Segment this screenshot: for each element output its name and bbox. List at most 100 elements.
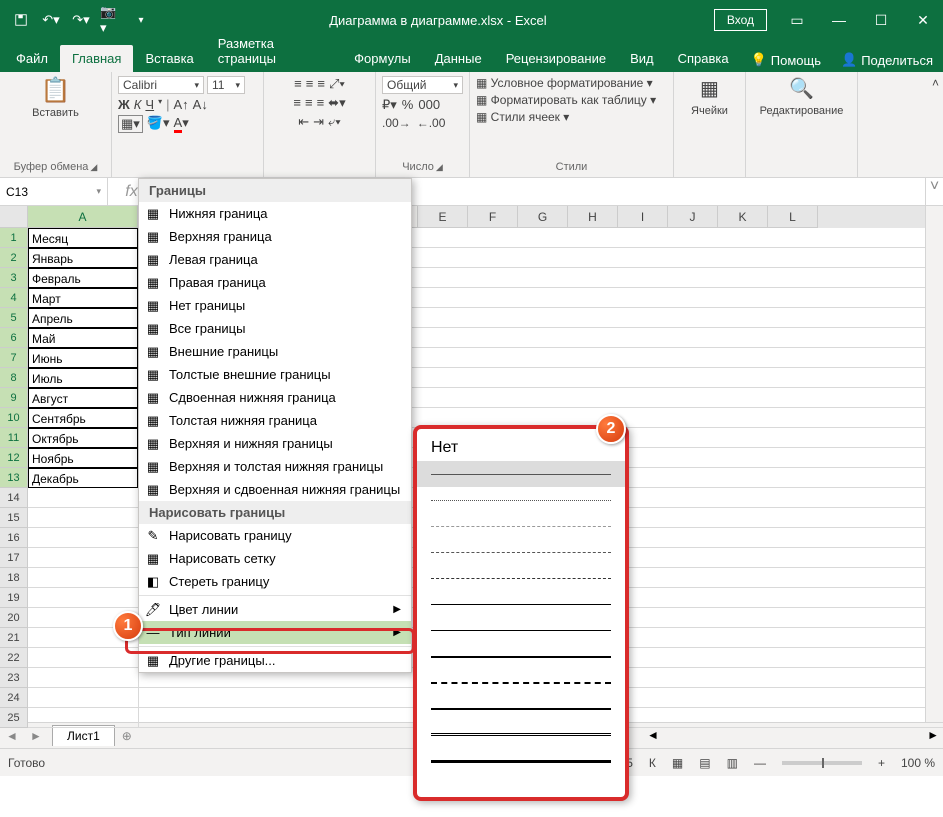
row-header[interactable]: 9	[0, 388, 28, 408]
row-header[interactable]: 5	[0, 308, 28, 328]
dec-decimal-icon[interactable]: ←.00	[417, 116, 446, 130]
cell[interactable]: Октябрь	[28, 428, 138, 448]
border-menu-item[interactable]: ▦Нарисовать сетку	[139, 547, 411, 570]
line-style-option[interactable]	[417, 461, 625, 487]
select-all-corner[interactable]	[0, 206, 28, 228]
cell[interactable]: Месяц	[28, 228, 138, 248]
share-button[interactable]: 👤 Поделиться	[831, 48, 943, 72]
new-sheet-icon[interactable]: ⊕	[115, 729, 139, 743]
cell-styles-button[interactable]: ▦ Стили ячеек ▾	[476, 110, 569, 124]
redo-icon[interactable]: ↷▾	[70, 9, 92, 31]
indent-dec-icon[interactable]: ⇤	[298, 114, 309, 130]
border-menu-item[interactable]: ▦Верхняя и сдвоенная нижняя границы	[139, 478, 411, 501]
paste-button[interactable]: Вставить	[32, 107, 79, 119]
cells-icon[interactable]: ▦	[700, 76, 719, 101]
border-menu-item[interactable]: ▦Другие границы...	[139, 649, 411, 672]
col-header[interactable]: G	[518, 206, 568, 228]
align-mid-icon[interactable]: ≡	[306, 76, 314, 92]
line-type-menu-item[interactable]: —Тип линии▶	[139, 621, 411, 644]
border-menu-item[interactable]: ▦Верхняя и толстая нижняя границы	[139, 455, 411, 478]
row-header[interactable]: 12	[0, 448, 28, 468]
undo-icon[interactable]: ↶▾	[40, 9, 62, 31]
name-box[interactable]: C13▾	[0, 178, 108, 205]
tab-view[interactable]: Вид	[618, 45, 666, 72]
expand-formula-icon[interactable]: ˅	[925, 178, 943, 205]
zoom-out-icon[interactable]: —	[754, 756, 766, 770]
cell[interactable]: Май	[28, 328, 138, 348]
cell[interactable]: Ноябрь	[28, 448, 138, 468]
line-style-option[interactable]	[417, 721, 625, 747]
horizontal-scrollbar[interactable]: ◄►	[643, 727, 943, 745]
line-style-option[interactable]	[417, 591, 625, 617]
border-menu-item[interactable]: ▦Внешние границы	[139, 340, 411, 363]
row-header[interactable]: 17	[0, 548, 28, 568]
paste-icon[interactable]: 📋	[41, 76, 71, 105]
tab-review[interactable]: Рецензирование	[494, 45, 618, 72]
sheet-nav-next-icon[interactable]: ►	[24, 729, 48, 743]
line-style-option[interactable]	[417, 669, 625, 695]
ribbon-options-icon[interactable]: ▭	[777, 0, 817, 40]
border-menu-item[interactable]: 🖊Цвет линии▶	[139, 598, 411, 621]
orient-icon[interactable]: ⤢▾	[329, 76, 345, 92]
tab-file[interactable]: Файл	[4, 45, 60, 72]
editing-button[interactable]: Редактирование	[760, 105, 844, 117]
row-header[interactable]: 3	[0, 268, 28, 288]
cell[interactable]: Январь	[28, 248, 138, 268]
minimize-icon[interactable]: —	[819, 0, 859, 40]
cond-format-button[interactable]: ▦ Условное форматирование ▾	[476, 76, 653, 90]
number-format[interactable]: Общий▾	[382, 76, 463, 94]
row-header[interactable]: 22	[0, 648, 28, 668]
line-style-option[interactable]	[417, 513, 625, 539]
tab-insert[interactable]: Вставка	[133, 45, 205, 72]
border-menu-item[interactable]: ▦Левая граница	[139, 248, 411, 271]
col-header[interactable]: K	[718, 206, 768, 228]
row-header[interactable]: 11	[0, 428, 28, 448]
fill-color-button[interactable]: 🪣▾	[147, 115, 170, 133]
indent-inc-icon[interactable]: ⇥	[313, 114, 324, 130]
vertical-scrollbar[interactable]	[925, 206, 943, 722]
comma-icon[interactable]: 000	[418, 97, 440, 113]
camera-icon[interactable]: 📷▾	[100, 9, 122, 31]
row-header[interactable]: 16	[0, 528, 28, 548]
row-header[interactable]: 20	[0, 608, 28, 628]
cell[interactable]: Декабрь	[28, 468, 138, 488]
view-normal-icon[interactable]: ▦	[672, 756, 683, 770]
currency-icon[interactable]: ₽▾	[382, 97, 397, 113]
border-menu-item[interactable]: ▦Нет границы	[139, 294, 411, 317]
tell-me[interactable]: 💡 Помощь	[741, 48, 831, 72]
tab-data[interactable]: Данные	[423, 45, 494, 72]
sheet-nav-prev-icon[interactable]: ◄	[0, 729, 24, 743]
border-menu-item[interactable]: ▦Все границы	[139, 317, 411, 340]
align-bot-icon[interactable]: ≡	[317, 76, 325, 92]
col-header[interactable]: I	[618, 206, 668, 228]
save-icon[interactable]	[10, 9, 32, 31]
row-header[interactable]: 23	[0, 668, 28, 688]
align-left-icon[interactable]: ≡	[293, 95, 301, 111]
fx-icon[interactable]: fx	[125, 183, 137, 201]
wrap-icon[interactable]: ⤶▾	[328, 114, 341, 130]
format-table-button[interactable]: ▦ Форматировать как таблицу ▾	[476, 93, 656, 107]
border-menu-item[interactable]: ▦Толстые внешние границы	[139, 363, 411, 386]
tab-formulas[interactable]: Формулы	[342, 45, 423, 72]
line-style-option[interactable]	[417, 617, 625, 643]
inc-decimal-icon[interactable]: .00→	[382, 116, 411, 130]
row-header[interactable]: 1	[0, 228, 28, 248]
border-menu-item[interactable]: ▦Нижняя граница	[139, 202, 411, 225]
row-header[interactable]: 24	[0, 688, 28, 708]
row-header[interactable]: 14	[0, 488, 28, 508]
tab-home[interactable]: Главная	[60, 45, 133, 72]
border-menu-item[interactable]: ▦Толстая нижняя граница	[139, 409, 411, 432]
cell[interactable]: Февраль	[28, 268, 138, 288]
editing-icon[interactable]: 🔍	[789, 76, 814, 101]
close-icon[interactable]: ✕	[903, 0, 943, 40]
align-top-icon[interactable]: ≡	[294, 76, 302, 92]
zoom-level[interactable]: 100 %	[901, 756, 935, 770]
row-header[interactable]: 18	[0, 568, 28, 588]
cell[interactable]: Апрель	[28, 308, 138, 328]
zoom-in-icon[interactable]: +	[878, 756, 885, 770]
border-menu-item[interactable]: ▦Правая граница	[139, 271, 411, 294]
row-header[interactable]: 15	[0, 508, 28, 528]
row-header[interactable]: 4	[0, 288, 28, 308]
cell[interactable]: Сентябрь	[28, 408, 138, 428]
sheet-tab[interactable]: Лист1	[52, 725, 115, 746]
